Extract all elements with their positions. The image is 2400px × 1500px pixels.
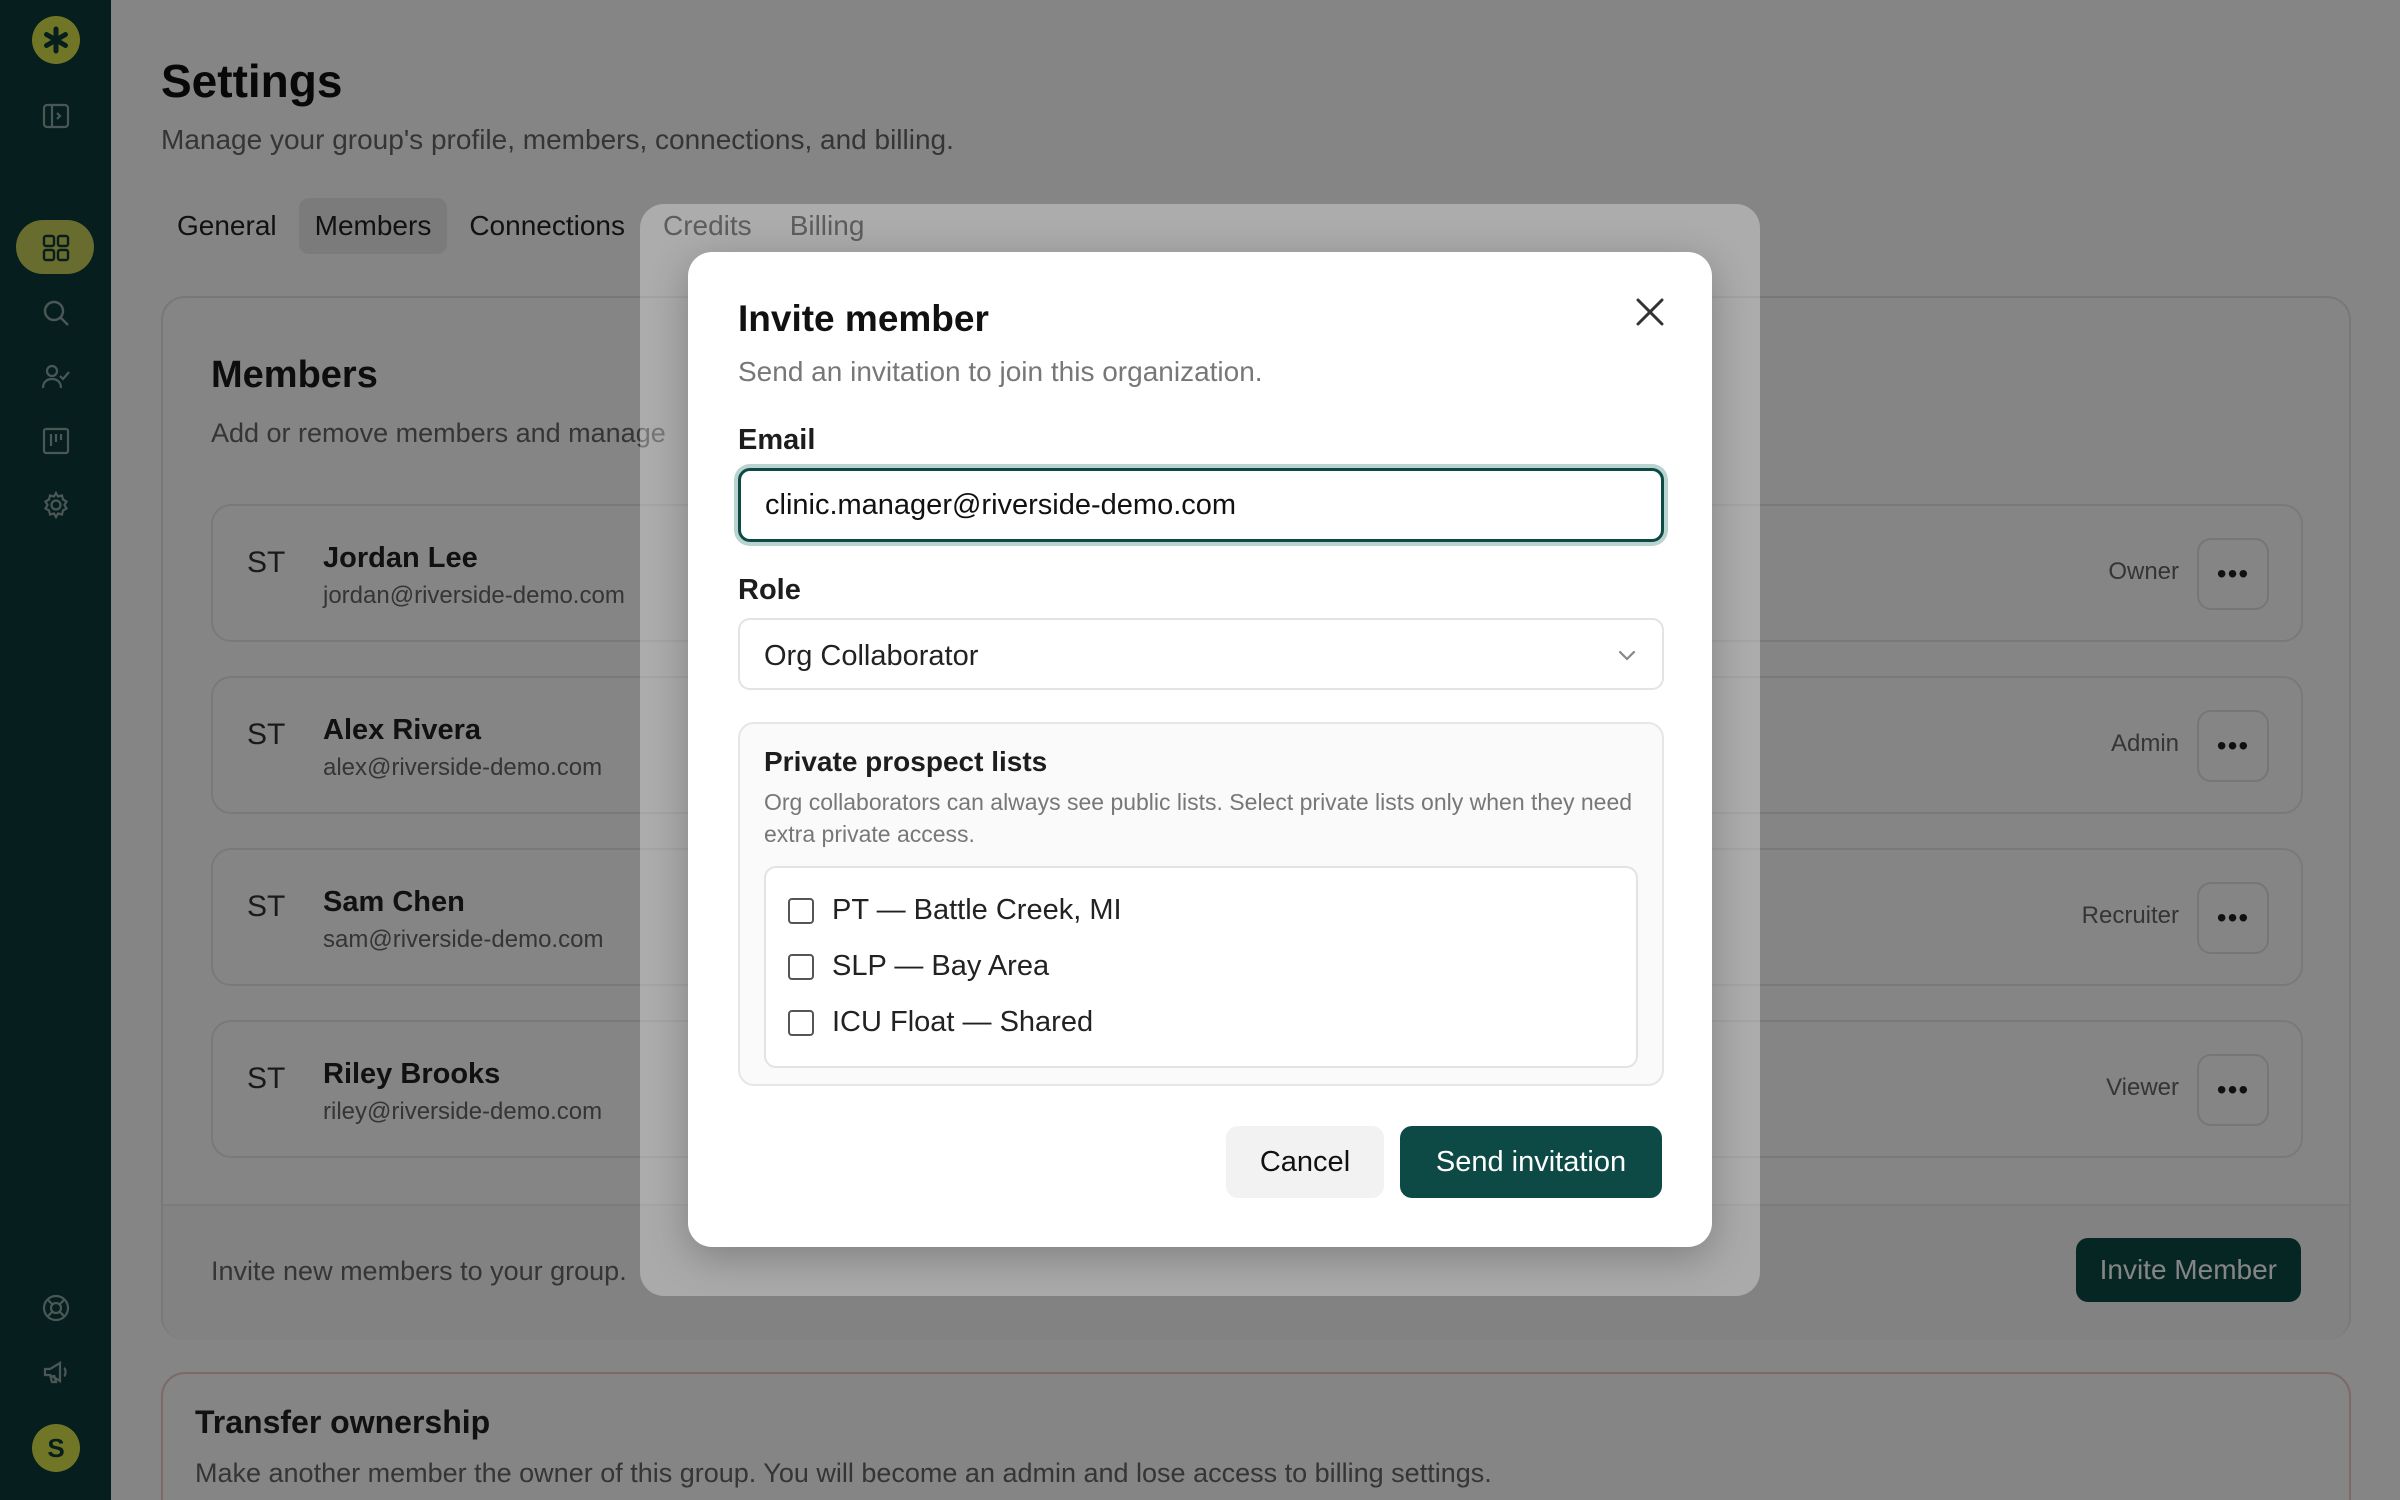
role-label: Role [738,574,801,606]
list-label: PT — Battle Creek, MI [832,894,1122,926]
list-label: ICU Float — Shared [832,1006,1094,1038]
list-label: SLP — Bay Area [832,950,1050,982]
private-lists-description: Org collaborators can always see public … [764,789,1633,847]
list-checkbox[interactable] [788,1009,814,1036]
list-checkbox[interactable] [788,953,814,980]
chevron-down-icon [1614,642,1640,673]
email-label: Email [738,424,816,456]
send-invitation-button[interactable]: Send invitation [1400,1126,1662,1198]
invite-member-dialog: Invite member Send an invitation to join… [688,252,1712,1247]
list-checkbox[interactable] [788,897,814,924]
private-lists: PT — Battle Creek, MI SLP — Bay Area ICU… [764,866,1638,1068]
role-value: Org Collaborator [764,640,979,672]
email-field[interactable] [738,468,1664,542]
list-item[interactable]: ICU Float — Shared [788,1006,1093,1039]
close-icon[interactable] [1626,288,1674,336]
cancel-button[interactable]: Cancel [1226,1126,1384,1198]
list-item[interactable]: PT — Battle Creek, MI [788,894,1122,927]
private-lists-section: Private prospect lists Org collaborators… [738,722,1664,1086]
private-lists-title: Private prospect lists [764,746,1048,777]
list-item[interactable]: SLP — Bay Area [788,950,1049,983]
dialog-subtitle: Send an invitation to join this organiza… [738,356,1263,387]
dialog-title: Invite member [738,298,989,339]
role-select[interactable]: Org Collaborator [738,618,1664,690]
